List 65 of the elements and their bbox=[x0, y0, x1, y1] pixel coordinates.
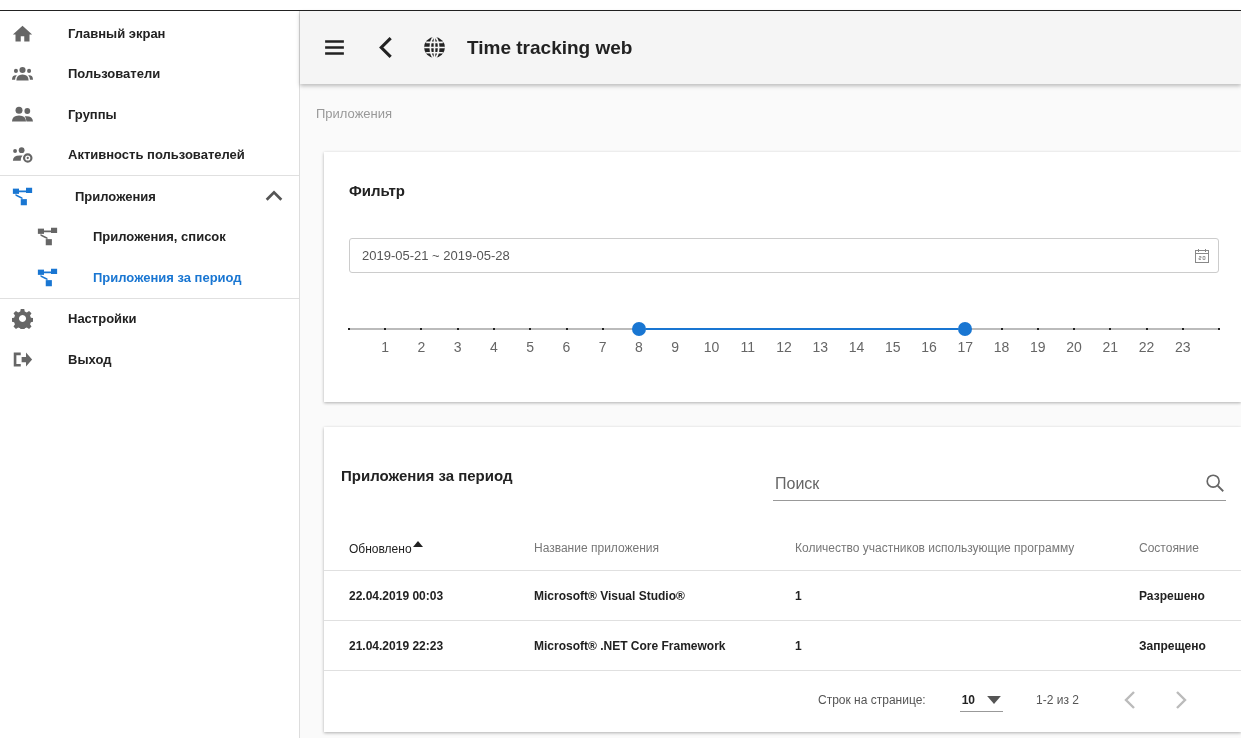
table-cell-text: 1 bbox=[794, 588, 803, 603]
table-cell-text: Разрешено bbox=[1139, 588, 1206, 603]
gear-icon bbox=[12, 308, 33, 330]
sidebar-item[interactable]: Активность пользователей bbox=[0, 134, 299, 175]
table-cell-text: 22.04.2019 00:03 bbox=[348, 588, 445, 603]
slider-label: 6 bbox=[562, 339, 571, 355]
rows-per-page-label: Строк на странице: bbox=[818, 693, 926, 707]
rows-per-page-select[interactable]: 10 bbox=[959, 688, 1003, 712]
slider-label: 10 bbox=[703, 339, 720, 355]
hierarchy-icon bbox=[12, 185, 33, 207]
slider-label: 19 bbox=[1029, 339, 1046, 355]
breadcrumb: Приложения bbox=[315, 105, 394, 123]
slider-label: 16 bbox=[921, 339, 937, 355]
slider-label: 18 bbox=[993, 339, 1010, 355]
slider-label: 11 bbox=[740, 339, 755, 355]
column-header[interactable]: Название приложения bbox=[509, 541, 770, 555]
slider-label: 2 bbox=[417, 339, 426, 355]
slider-label: 20 bbox=[1066, 339, 1082, 355]
app-title: Time tracking web bbox=[467, 36, 633, 59]
search-field[interactable]: Поиск bbox=[773, 467, 1226, 501]
dropdown-icon bbox=[987, 695, 1001, 704]
sidebar-item[interactable]: Главный экран bbox=[0, 13, 299, 54]
slider-label: 5 bbox=[526, 339, 535, 355]
slider-label: 12 bbox=[776, 339, 792, 355]
slider-thumb[interactable] bbox=[958, 322, 973, 336]
slider-label: 9 bbox=[671, 339, 680, 355]
slider-label: 22 bbox=[1138, 339, 1155, 355]
slider-label: 14 bbox=[848, 339, 865, 355]
search-icon[interactable] bbox=[1204, 472, 1226, 494]
users-gear-icon bbox=[12, 144, 33, 166]
hierarchy-icon bbox=[37, 226, 58, 248]
slider-label: 15 bbox=[884, 339, 901, 355]
slider-label: 7 bbox=[598, 339, 607, 355]
slider-label: 17 bbox=[957, 339, 974, 355]
slider-label: 3 bbox=[453, 339, 462, 355]
table-cell-text: Запрещено bbox=[1139, 638, 1207, 653]
sidebar-item[interactable]: Настройки bbox=[0, 298, 299, 339]
slider-label: 8 bbox=[635, 339, 643, 355]
sort-up-icon bbox=[412, 540, 423, 547]
slider-thumb[interactable] bbox=[631, 322, 646, 336]
column-header[interactable]: Обновлено bbox=[324, 540, 509, 556]
slider-label: 23 bbox=[1174, 339, 1191, 355]
slider-label: 1 bbox=[381, 339, 390, 355]
date-range-field[interactable]: 2019-05-21 ~ 2019-05-28 bbox=[349, 238, 1219, 273]
sidebar-item[interactable]: Пользователи bbox=[0, 53, 299, 94]
sidebar-item[interactable]: Группы bbox=[0, 94, 299, 135]
card-title: Фильтр bbox=[349, 182, 406, 199]
slider-label: 4 bbox=[490, 339, 498, 355]
sidebar-subitem[interactable]: Приложения за период bbox=[0, 257, 299, 298]
hierarchy-icon bbox=[37, 266, 58, 288]
sidebar-subitem[interactable]: Приложения, список bbox=[0, 216, 299, 257]
card-title: Приложения за период bbox=[341, 467, 514, 486]
slider-label: 21 bbox=[1102, 339, 1119, 355]
table-cell-text: 1 bbox=[794, 638, 803, 653]
column-header[interactable]: Состояние bbox=[1139, 541, 1241, 555]
table-cell-text: 21.04.2019 22:23 bbox=[348, 638, 445, 653]
column-header[interactable]: Количество участников использующие программу bbox=[770, 541, 1139, 555]
table-cell-text: Microsoft® .NET Core Framework bbox=[533, 638, 727, 653]
table-cell-text: Microsoft® Visual Studio® bbox=[533, 588, 686, 603]
sidebar-item[interactable]: Выход bbox=[0, 339, 299, 380]
calendar-icon[interactable] bbox=[1194, 247, 1210, 264]
globe-icon[interactable] bbox=[422, 35, 447, 60]
slider-label: 13 bbox=[812, 339, 829, 355]
sidebar-item[interactable]: Приложения bbox=[0, 176, 299, 217]
page-range: 1-2 из 2 bbox=[1036, 693, 1079, 707]
